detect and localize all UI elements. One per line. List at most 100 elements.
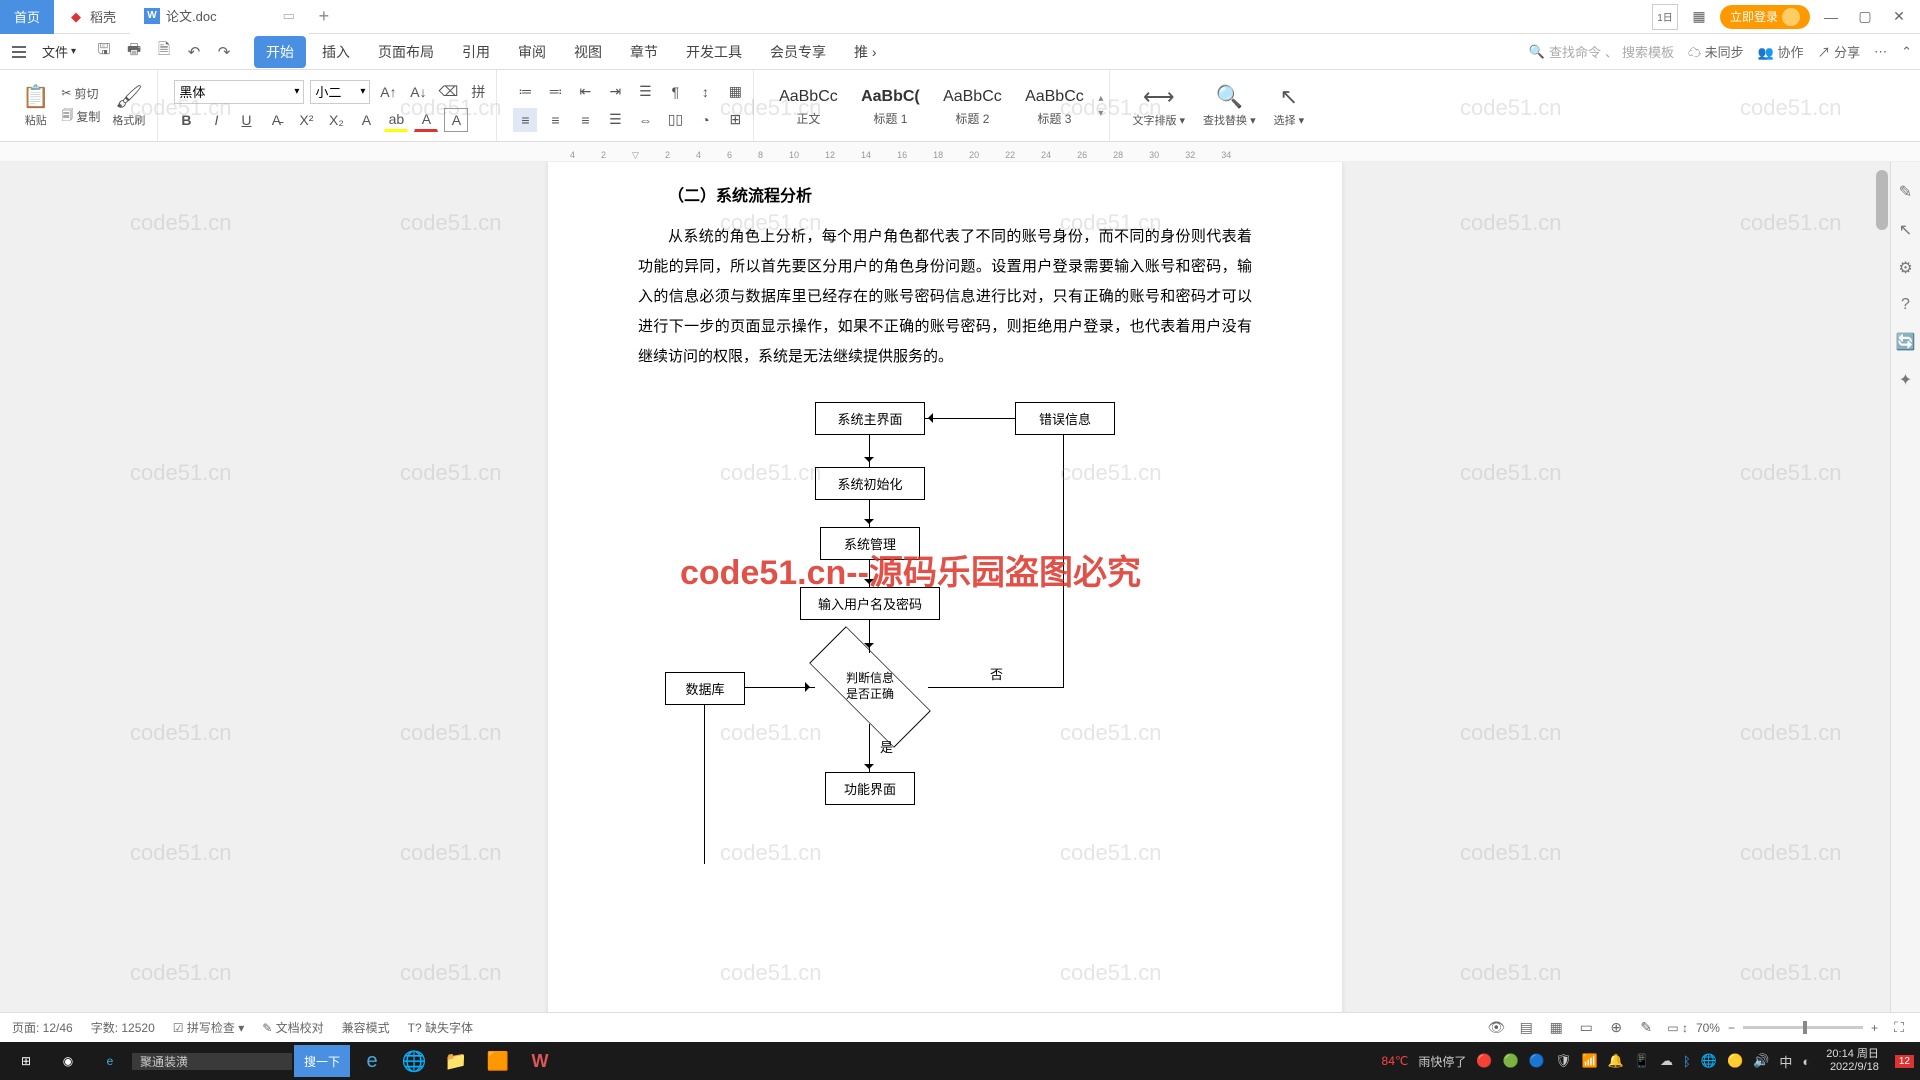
style-h1[interactable]: AaBbC(标题 1 — [852, 84, 928, 127]
underline-button[interactable]: U — [234, 108, 258, 132]
taskbar-search-button[interactable]: 搜一下 — [294, 1045, 350, 1077]
scroll-thumb[interactable] — [1876, 170, 1888, 230]
maximize-button[interactable]: ▢ — [1852, 4, 1878, 30]
fullscreen-icon[interactable]: ⛶ — [1890, 1019, 1908, 1037]
tray-icon-7[interactable]: 📱 — [1634, 1053, 1650, 1069]
start-button[interactable]: ⊞ — [6, 1045, 46, 1077]
collab-button[interactable]: 👥 协作 — [1758, 42, 1804, 61]
align-right-button[interactable]: ≡ — [573, 108, 597, 132]
tab-start[interactable]: 开始 — [254, 36, 306, 68]
phonetic-icon[interactable]: 拼 — [466, 80, 490, 104]
cut-button[interactable]: ✂ 剪切 — [61, 85, 100, 102]
tray-icon-9[interactable]: 🟡 — [1727, 1053, 1743, 1069]
view-web-icon[interactable]: ⊕ — [1607, 1019, 1625, 1037]
cursor-icon[interactable]: ↖ — [1899, 220, 1912, 240]
view-read-icon[interactable]: ▭ — [1577, 1019, 1595, 1037]
preview-icon[interactable]: 🗎 — [154, 42, 174, 62]
word-count[interactable]: 字数: 12520 — [91, 1019, 155, 1036]
tab-home[interactable]: 首页 — [0, 0, 54, 34]
document-canvas[interactable]: （二）系统流程分析 从系统的角色上分析，每个用户角色都代表了不同的账号身份，而不… — [0, 162, 1890, 1042]
tab-menu-icon[interactable]: ▭ — [283, 8, 295, 24]
tray-icon-net[interactable]: 🌐 — [1701, 1053, 1717, 1069]
style-body[interactable]: AaBbCc正文 — [770, 84, 846, 127]
columns-button[interactable]: ▯▯ — [663, 108, 687, 132]
view-outline-icon[interactable]: ▦ — [1547, 1019, 1565, 1037]
paste-button[interactable]: 📋粘贴 — [16, 82, 55, 130]
pen-icon[interactable]: ✎ — [1899, 182, 1912, 202]
tray-icon-bt[interactable]: ᛒ — [1683, 1054, 1691, 1069]
copilot-icon[interactable]: ◉ — [48, 1045, 88, 1077]
weather-text[interactable]: 雨快停了 — [1418, 1053, 1466, 1070]
sync-status[interactable]: ☁ 未同步 — [1688, 42, 1744, 61]
tab-daoke[interactable]: ◆ 稻壳 — [54, 0, 130, 34]
text-effect-button[interactable]: A — [354, 108, 378, 132]
tray-icon-8[interactable]: ☁ — [1660, 1053, 1673, 1069]
chrome-icon[interactable]: 🌐 — [394, 1045, 434, 1077]
new-tab-button[interactable]: + — [309, 6, 339, 27]
tab-vip[interactable]: 会员专享 — [758, 36, 838, 68]
tab-view[interactable]: 视图 — [562, 36, 614, 68]
tab-document[interactable]: W 论文.doc ▭ — [130, 0, 309, 34]
compat-mode[interactable]: 兼容模式 — [342, 1019, 390, 1036]
app-icon[interactable]: 🟧 — [478, 1045, 518, 1077]
format-painter-button[interactable]: 🖌格式刷 — [106, 82, 151, 130]
help-icon[interactable]: ? — [1901, 296, 1910, 314]
command-search[interactable]: 🔍 查找命令、搜索模板 — [1529, 42, 1674, 61]
vertical-scrollbar[interactable] — [1874, 162, 1890, 1042]
select-button[interactable]: ↖选择 ▾ — [1268, 82, 1311, 130]
tray-icon-2[interactable]: 🟢 — [1503, 1053, 1519, 1069]
edge-icon[interactable]: e — [352, 1045, 392, 1077]
increase-indent-button[interactable]: ⇥ — [603, 80, 627, 104]
tab-page-layout[interactable]: 页面布局 — [366, 36, 446, 68]
view-page-icon[interactable]: ▤ — [1517, 1019, 1535, 1037]
sort-button[interactable]: ☰ — [633, 80, 657, 104]
ie-icon[interactable]: e — [90, 1045, 130, 1077]
align-justify-button[interactable]: ☰ — [603, 108, 627, 132]
zoom-slider[interactable] — [1743, 1026, 1863, 1029]
grid-icon[interactable]: ▦ — [1686, 4, 1712, 30]
ime-icon[interactable]: 中 — [1779, 1052, 1792, 1071]
redo-icon[interactable]: ↷ — [214, 42, 234, 62]
edit-icon[interactable]: ✎ — [1637, 1019, 1655, 1037]
fill-button[interactable]: ◔ — [693, 108, 717, 132]
subscript-button[interactable]: X₂ — [324, 108, 348, 132]
notification-center[interactable]: 12 — [1895, 1055, 1914, 1068]
tray-icon-4[interactable]: 🛡 — [1555, 1053, 1572, 1069]
hamburger-icon[interactable] — [8, 42, 30, 62]
tray-icon-3[interactable]: 🔵 — [1529, 1053, 1545, 1069]
borders-button[interactable]: ⊞ — [723, 108, 747, 132]
highlight-button[interactable]: ab — [384, 108, 408, 132]
distribute-button[interactable]: ⇔ — [633, 108, 657, 132]
bullets-button[interactable]: ≔ — [513, 80, 537, 104]
tab-reference[interactable]: 引用 — [450, 36, 502, 68]
login-button[interactable]: 立即登录 — [1720, 5, 1810, 29]
collapse-ribbon-icon[interactable]: ⌃ — [1901, 44, 1912, 60]
undo-icon[interactable]: ↶ — [184, 42, 204, 62]
save-icon[interactable]: 🖫 — [94, 42, 114, 62]
italic-button[interactable]: I — [204, 108, 228, 132]
shading-button[interactable]: ▦ — [723, 80, 747, 104]
tab-devtools[interactable]: 开发工具 — [674, 36, 754, 68]
explorer-icon[interactable]: 📁 — [436, 1045, 476, 1077]
wps-icon[interactable]: W — [520, 1045, 560, 1077]
translate-icon[interactable]: 🔄 — [1896, 332, 1916, 352]
font-color-button[interactable]: A — [414, 108, 438, 132]
tab-chapter[interactable]: 章节 — [618, 36, 670, 68]
style-h2[interactable]: AaBbCc标题 2 — [934, 84, 1010, 127]
find-replace-button[interactable]: 🔍查找替换 ▾ — [1197, 82, 1262, 130]
shrink-font-icon[interactable]: A↓ — [406, 80, 430, 104]
tray-icon-5[interactable]: 📶 — [1581, 1053, 1597, 1069]
tab-more[interactable]: 推 › — [842, 36, 889, 68]
strike-button[interactable]: A̵ — [264, 108, 288, 132]
mode-icon[interactable]: 1日 — [1652, 4, 1678, 30]
print-icon[interactable]: 🖶 — [124, 42, 144, 62]
char-border-button[interactable]: A — [444, 108, 468, 132]
numbering-button[interactable]: ≕ — [543, 80, 567, 104]
close-button[interactable]: ✕ — [1886, 4, 1912, 30]
settings-icon[interactable]: ⚙ — [1898, 258, 1912, 278]
temp-indicator[interactable]: 84℃ — [1382, 1054, 1409, 1068]
file-menu[interactable]: 文件▾ — [34, 38, 84, 65]
taskbar-search[interactable]: 聚通装潢 — [132, 1053, 292, 1070]
tab-review[interactable]: 审阅 — [506, 36, 558, 68]
clear-format-icon[interactable]: ⌫ — [436, 80, 460, 104]
